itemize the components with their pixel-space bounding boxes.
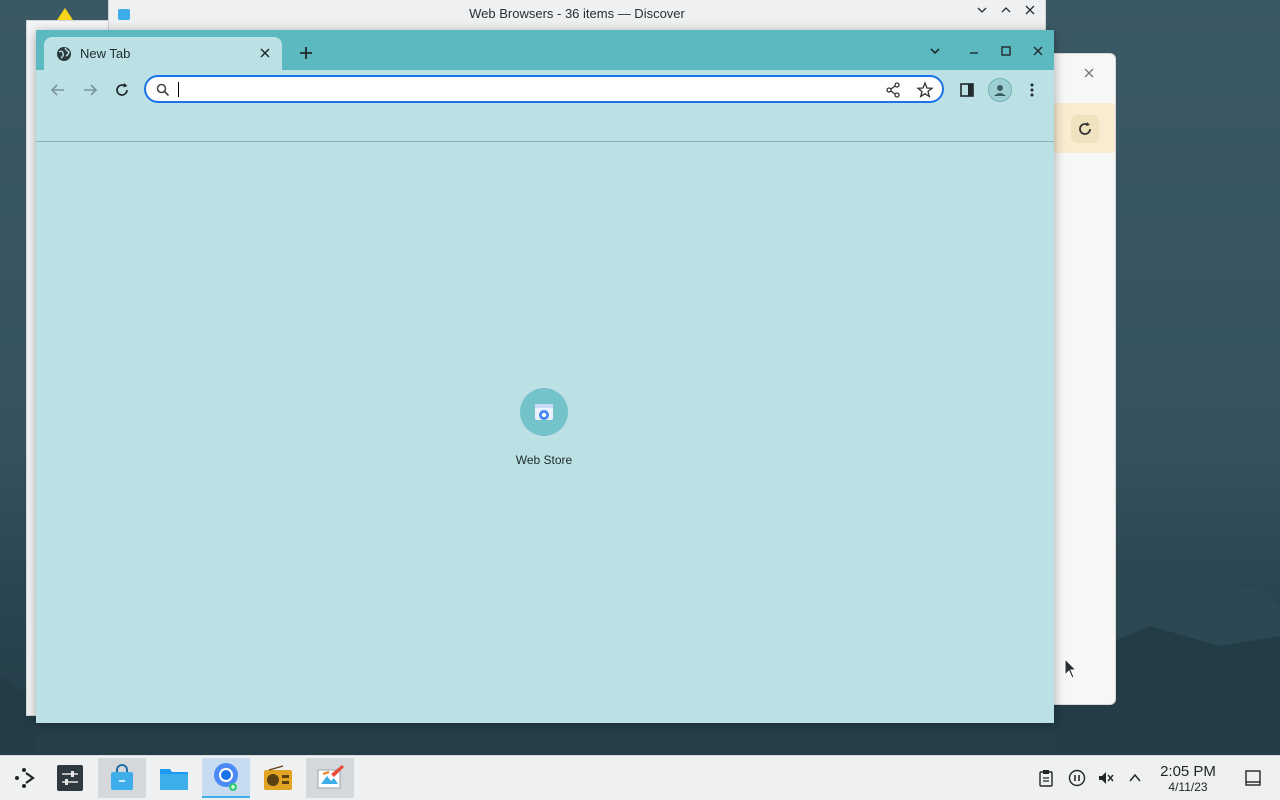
shortcut-label: Web Store — [515, 453, 573, 467]
arrow-right-icon — [84, 84, 98, 96]
mouse-cursor-icon — [1064, 658, 1078, 679]
settings-sliders-icon — [57, 765, 83, 791]
globe-icon — [57, 47, 71, 61]
new-tab-button[interactable] — [296, 43, 316, 63]
reload-button[interactable] — [110, 78, 134, 102]
close-icon — [1033, 46, 1043, 56]
launcher-icon — [15, 768, 35, 788]
paint-icon — [317, 765, 344, 789]
profile-avatar[interactable] — [988, 78, 1012, 102]
chevron-up-icon[interactable] — [997, 4, 1015, 19]
taskbar-radio[interactable] — [254, 758, 302, 798]
menu-button[interactable] — [1020, 78, 1044, 102]
minimize-button[interactable] — [963, 40, 985, 62]
taskbar-dolphin[interactable] — [150, 758, 198, 798]
tab-close-button[interactable] — [256, 44, 274, 62]
show-desktop-button[interactable] — [1243, 768, 1263, 788]
clock-date[interactable]: 4/11/23 — [1150, 780, 1226, 794]
chevron-down-icon[interactable] — [973, 4, 991, 19]
close-icon[interactable] — [1083, 66, 1095, 82]
volume-muted-icon[interactable] — [1096, 768, 1116, 788]
tab-title: New Tab — [80, 46, 131, 61]
chevron-up-icon[interactable] — [1125, 768, 1145, 788]
clipboard-icon[interactable] — [1036, 768, 1056, 788]
text-caret — [178, 82, 179, 97]
maximize-button[interactable] — [995, 40, 1017, 62]
taskbar-chromium[interactable] — [202, 758, 250, 798]
minimize-icon — [970, 52, 978, 54]
reload-button[interactable] — [1071, 115, 1099, 143]
chevron-down-icon — [930, 48, 940, 55]
clock-time[interactable]: 2:05 PM — [1150, 763, 1226, 780]
reload-icon — [116, 83, 128, 96]
tab-strip: New Tab — [36, 30, 1054, 70]
share-icon[interactable] — [884, 81, 902, 99]
web-store-icon — [520, 388, 568, 436]
reload-icon — [1079, 122, 1091, 135]
radio-icon — [264, 765, 292, 790]
close-icon — [260, 48, 270, 58]
bookmark-star-icon[interactable] — [916, 81, 934, 99]
media-pause-icon[interactable] — [1067, 768, 1087, 788]
tab-search-button[interactable] — [924, 40, 946, 62]
plus-icon — [300, 47, 312, 59]
taskbar-system-settings[interactable] — [46, 758, 94, 798]
profile-icon — [994, 85, 1006, 96]
close-window-button[interactable] — [1027, 40, 1049, 62]
tab-new-tab[interactable]: New Tab — [44, 37, 282, 70]
maximize-icon — [1001, 46, 1011, 56]
browser-toolbar — [36, 70, 1054, 108]
side-panel-button[interactable] — [955, 78, 979, 102]
chrome-window[interactable]: New Tab Web Store — [36, 30, 1054, 723]
arrow-left-icon — [50, 84, 64, 96]
warning-icon — [57, 8, 73, 20]
shortcut-web-store[interactable]: Web Store — [504, 388, 584, 467]
chromium-icon — [214, 763, 238, 791]
side-panel-icon — [960, 83, 974, 97]
taskbar-discover[interactable] — [98, 758, 146, 798]
forward-button[interactable] — [78, 78, 102, 102]
desktop-icon — [1245, 770, 1261, 786]
taskbar-paint[interactable] — [306, 758, 354, 798]
search-icon — [156, 83, 170, 97]
store-bag-icon — [111, 764, 133, 790]
more-vertical-icon — [1030, 83, 1034, 97]
discover-window-title: Web Browsers - 36 items — Discover — [469, 6, 685, 21]
toolbar-divider — [36, 141, 1054, 142]
address-bar[interactable] — [144, 75, 944, 103]
address-input[interactable] — [176, 80, 870, 100]
taskbar: 2:05 PM 4/11/23 — [0, 755, 1280, 800]
application-launcher-button[interactable] — [0, 758, 48, 798]
back-button[interactable] — [46, 78, 70, 102]
folder-icon — [160, 769, 188, 790]
close-icon[interactable] — [1021, 4, 1039, 19]
